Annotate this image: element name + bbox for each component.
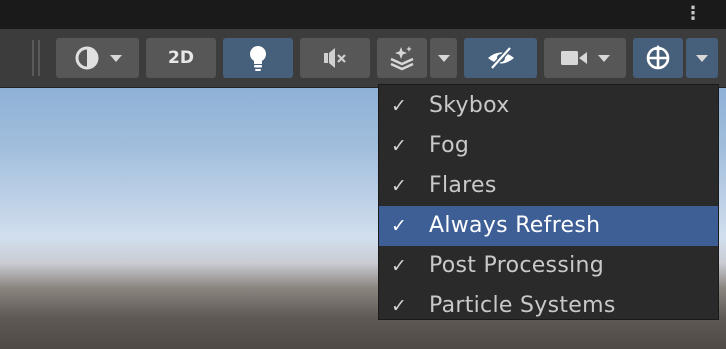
toolbar-grip[interactable] — [38, 40, 40, 76]
effects-toggle-button[interactable] — [377, 38, 427, 78]
scene-view-toolbar: 2D — [0, 29, 726, 88]
audio-toggle-button[interactable] — [300, 38, 370, 78]
menu-item-flares[interactable]: ✓ Flares — [379, 166, 718, 206]
chevron-down-icon — [696, 54, 708, 62]
chevron-down-icon — [598, 54, 610, 62]
gizmos-toggle-button[interactable] — [633, 38, 683, 78]
effects-dropdown-button[interactable] — [430, 38, 457, 78]
shading-mode-icon — [75, 46, 98, 70]
menu-item-label: Fog — [429, 133, 470, 158]
checkmark-icon: ✓ — [391, 95, 408, 117]
menu-item-fog[interactable]: ✓ Fog — [379, 126, 718, 166]
checkmark-icon: ✓ — [391, 255, 408, 277]
checkmark-icon: ✓ — [391, 215, 408, 237]
checkmark-icon: ✓ — [391, 175, 408, 197]
chevron-down-icon — [109, 54, 122, 62]
menu-item-label: Skybox — [429, 93, 510, 118]
audio-mute-icon — [324, 48, 346, 68]
lighting-bulb-icon — [250, 46, 266, 71]
hidden-objects-toggle-button[interactable] — [464, 38, 537, 78]
menu-item-label: Always Refresh — [429, 213, 601, 238]
lighting-toggle-button[interactable] — [223, 38, 293, 78]
2d-toggle-button[interactable]: 2D — [146, 38, 216, 78]
2d-label: 2D — [168, 48, 194, 68]
menu-item-particle-systems[interactable]: ✓ Particle Systems — [379, 286, 718, 326]
effects-dropdown-menu: ✓ Skybox ✓ Fog ✓ Flares ✓ Always Refresh… — [378, 84, 719, 320]
checkmark-icon: ✓ — [391, 295, 408, 317]
menu-item-label: Particle Systems — [429, 293, 616, 318]
more-options-icon[interactable]: ⋮ — [684, 3, 702, 25]
menu-item-skybox[interactable]: ✓ Skybox — [379, 86, 718, 126]
toolbar-grip[interactable] — [32, 40, 34, 76]
window-title-bar: ⋮ — [0, 0, 726, 29]
checkmark-icon: ✓ — [391, 135, 408, 157]
draw-mode-dropdown[interactable] — [56, 38, 139, 78]
menu-item-post-processing[interactable]: ✓ Post Processing — [379, 246, 718, 286]
camera-icon — [561, 51, 587, 65]
menu-item-label: Flares — [429, 173, 497, 198]
menu-item-always-refresh[interactable]: ✓ Always Refresh — [379, 206, 718, 246]
camera-settings-dropdown[interactable] — [544, 38, 626, 78]
chevron-down-icon — [437, 54, 450, 62]
hidden-objects-icon — [487, 46, 514, 70]
menu-item-label: Post Processing — [429, 253, 604, 278]
gizmos-icon — [646, 45, 670, 70]
gizmos-dropdown-button[interactable] — [686, 38, 718, 78]
effects-icon — [390, 46, 414, 71]
